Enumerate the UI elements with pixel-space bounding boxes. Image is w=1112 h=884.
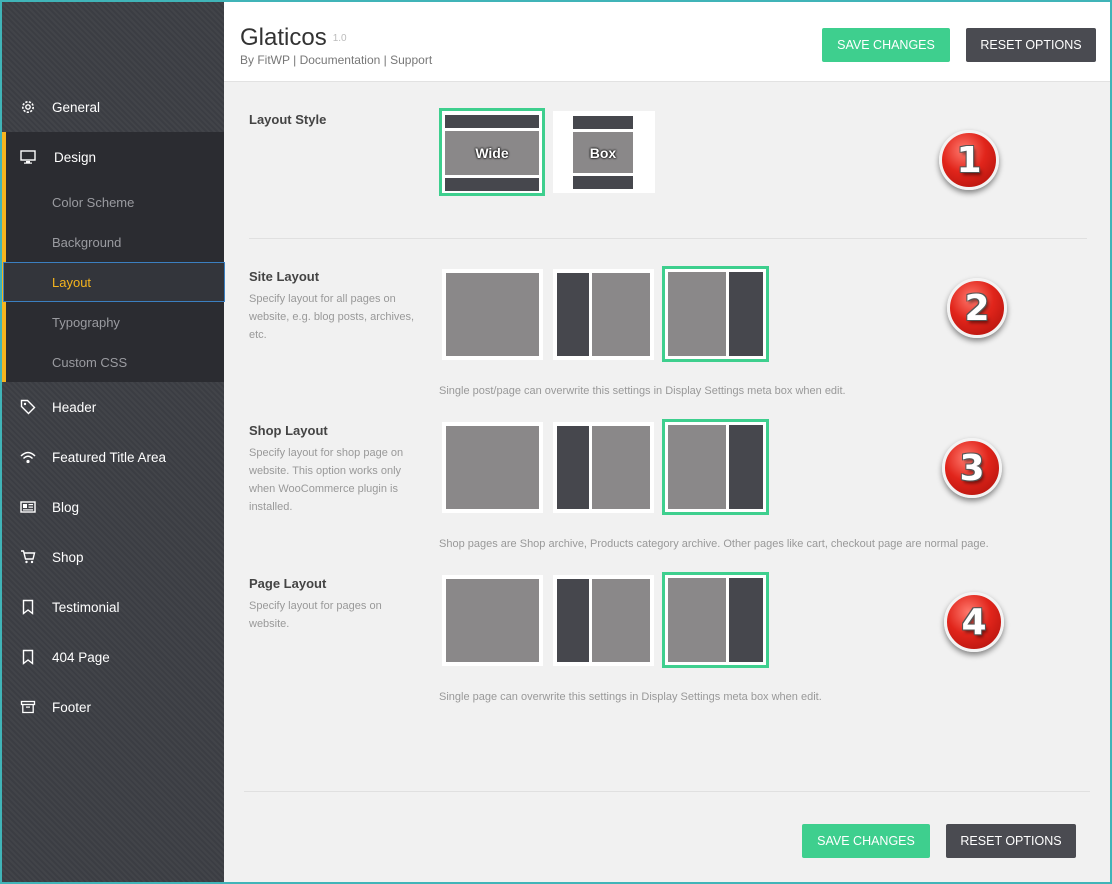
- sidebar-nav: General Design Color Scheme Background L…: [2, 82, 225, 732]
- footer-save-changes-button[interactable]: SAVE CHANGES: [802, 824, 930, 858]
- bookmark-icon: [20, 649, 36, 665]
- site-layout-title: Site Layout: [249, 269, 320, 284]
- preview-header-bar: [445, 115, 539, 128]
- preview-content: [668, 578, 726, 662]
- gear-icon: [20, 99, 36, 115]
- app-version: 1.0: [332, 33, 347, 45]
- sidebar-item-general[interactable]: General: [2, 82, 224, 132]
- reset-options-button[interactable]: RESET OPTIONS: [966, 28, 1096, 62]
- layout-style-title: Layout Style: [249, 112, 327, 127]
- preview-content: [592, 273, 650, 356]
- options-content: Layout Style Wide Box 1 Site Layout Spec…: [224, 83, 1110, 882]
- shop-layout-left-sidebar-option[interactable]: [553, 422, 654, 513]
- save-changes-button[interactable]: SAVE CHANGES: [822, 28, 950, 62]
- page-header: Glaticos 1.0 By FitWP | Documentation | S…: [224, 2, 1110, 82]
- page-layout-note: Single page can overwrite this settings …: [439, 691, 822, 703]
- box-label: Box: [589, 144, 617, 161]
- sidebar-item-label: Testimonial: [52, 599, 120, 615]
- page-layout-no-sidebar-option[interactable]: [442, 575, 543, 666]
- tag-icon: [20, 399, 36, 415]
- wifi-icon: [20, 449, 36, 465]
- number-badge: 1: [939, 130, 999, 190]
- preview-sidebar: [729, 425, 763, 509]
- documentation-link[interactable]: Documentation: [300, 53, 381, 67]
- preview-content: [592, 579, 650, 662]
- shop-layout-right-sidebar-option[interactable]: [662, 419, 769, 515]
- preview-sidebar: [557, 426, 589, 509]
- site-layout-no-sidebar-option[interactable]: [442, 269, 543, 360]
- site-layout-left-sidebar-option[interactable]: [553, 269, 654, 360]
- author-link[interactable]: By FitWP: [240, 53, 290, 67]
- preview-sidebar: [557, 273, 589, 356]
- preview-footer-bar: [445, 178, 539, 191]
- sidebar-item-shop[interactable]: Shop: [2, 532, 224, 582]
- layout-style-wide-option[interactable]: Wide: [439, 108, 545, 196]
- shop-layout-title: Shop Layout: [249, 423, 328, 438]
- page-layout-left-sidebar-option[interactable]: [553, 575, 654, 666]
- separator: |: [293, 53, 297, 67]
- sidebar-item-label: Shop: [52, 549, 84, 565]
- sidebar-item-label: Design: [54, 149, 97, 165]
- byline: By FitWP | Documentation | Support: [240, 53, 432, 67]
- archive-icon: [20, 699, 36, 715]
- number-badge: 4: [944, 592, 1004, 652]
- preview-content: [668, 272, 726, 356]
- sidebar-item-label: Blog: [52, 499, 80, 515]
- preview-content: [668, 425, 726, 509]
- sidebar-item-404-page[interactable]: 404 Page: [2, 632, 224, 682]
- page-layout-title: Page Layout: [249, 576, 327, 591]
- shop-layout-description: Specify layout for shop page on website.…: [249, 447, 404, 513]
- sidebar-item-label: Header: [52, 399, 97, 415]
- preview-content: [446, 579, 539, 662]
- sidebar-subitem-layout[interactable]: Layout: [3, 262, 225, 302]
- preview-header-bar: [573, 116, 633, 129]
- sidebar-item-footer[interactable]: Footer: [2, 682, 224, 732]
- sidebar-subitem-typography[interactable]: Typography: [6, 302, 224, 342]
- cart-icon: [20, 549, 36, 565]
- app-title: Glaticos: [240, 24, 327, 51]
- sidebar-item-featured-title-area[interactable]: Featured Title Area: [2, 432, 224, 482]
- sidebar-item-label: 404 Page: [52, 649, 110, 665]
- page-title: Glaticos 1.0: [240, 24, 347, 52]
- monitor-icon: [20, 149, 36, 165]
- page-layout-right-sidebar-option[interactable]: [662, 572, 769, 668]
- separator: |: [383, 53, 387, 67]
- sidebar-item-design[interactable]: Design: [6, 132, 224, 182]
- footer-reset-options-button[interactable]: RESET OPTIONS: [946, 824, 1076, 858]
- site-layout-right-sidebar-option[interactable]: [662, 266, 769, 362]
- support-link[interactable]: Support: [390, 53, 432, 67]
- sidebar-item-label: General: [52, 99, 101, 115]
- newspaper-icon: [20, 499, 36, 515]
- sidebar-item-header[interactable]: Header: [2, 382, 224, 432]
- shop-layout-note: Shop pages are Shop archive, Products ca…: [439, 538, 989, 550]
- sidebar-subitem-color-scheme[interactable]: Color Scheme: [6, 182, 224, 222]
- wide-label: Wide: [475, 145, 509, 161]
- sidebar-item-testimonial[interactable]: Testimonial: [2, 582, 224, 632]
- app-window: General Design Color Scheme Background L…: [2, 2, 1110, 882]
- sidebar-subitem-custom-css[interactable]: Custom CSS: [6, 342, 224, 382]
- sidebar-item-label: Footer: [52, 699, 92, 715]
- preview-content: [446, 426, 539, 509]
- layout-style-box-option[interactable]: Box: [553, 111, 655, 193]
- preview-sidebar: [729, 578, 763, 662]
- divider: [249, 238, 1087, 239]
- site-layout-description: Specify layout for all pages on website,…: [249, 293, 415, 341]
- sidebar-item-label: Featured Title Area: [52, 449, 167, 465]
- sidebar-group-design: Design Color Scheme Background Layout Ty…: [2, 132, 225, 382]
- preview-sidebar: [729, 272, 763, 356]
- divider: [244, 791, 1090, 792]
- preview-sidebar: [557, 579, 589, 662]
- sidebar: General Design Color Scheme Background L…: [2, 2, 225, 882]
- number-badge: 2: [947, 278, 1007, 338]
- sidebar-subitem-background[interactable]: Background: [6, 222, 224, 262]
- site-layout-note: Single post/page can overwrite this sett…: [439, 385, 846, 397]
- preview-footer-bar: [573, 176, 633, 189]
- preview-content: [446, 273, 539, 356]
- preview-content: [592, 426, 650, 509]
- page-layout-description: Specify layout for pages on website.: [249, 600, 382, 630]
- bookmark-icon: [20, 599, 36, 615]
- shop-layout-no-sidebar-option[interactable]: [442, 422, 543, 513]
- number-badge: 3: [942, 438, 1002, 498]
- sidebar-item-blog[interactable]: Blog: [2, 482, 224, 532]
